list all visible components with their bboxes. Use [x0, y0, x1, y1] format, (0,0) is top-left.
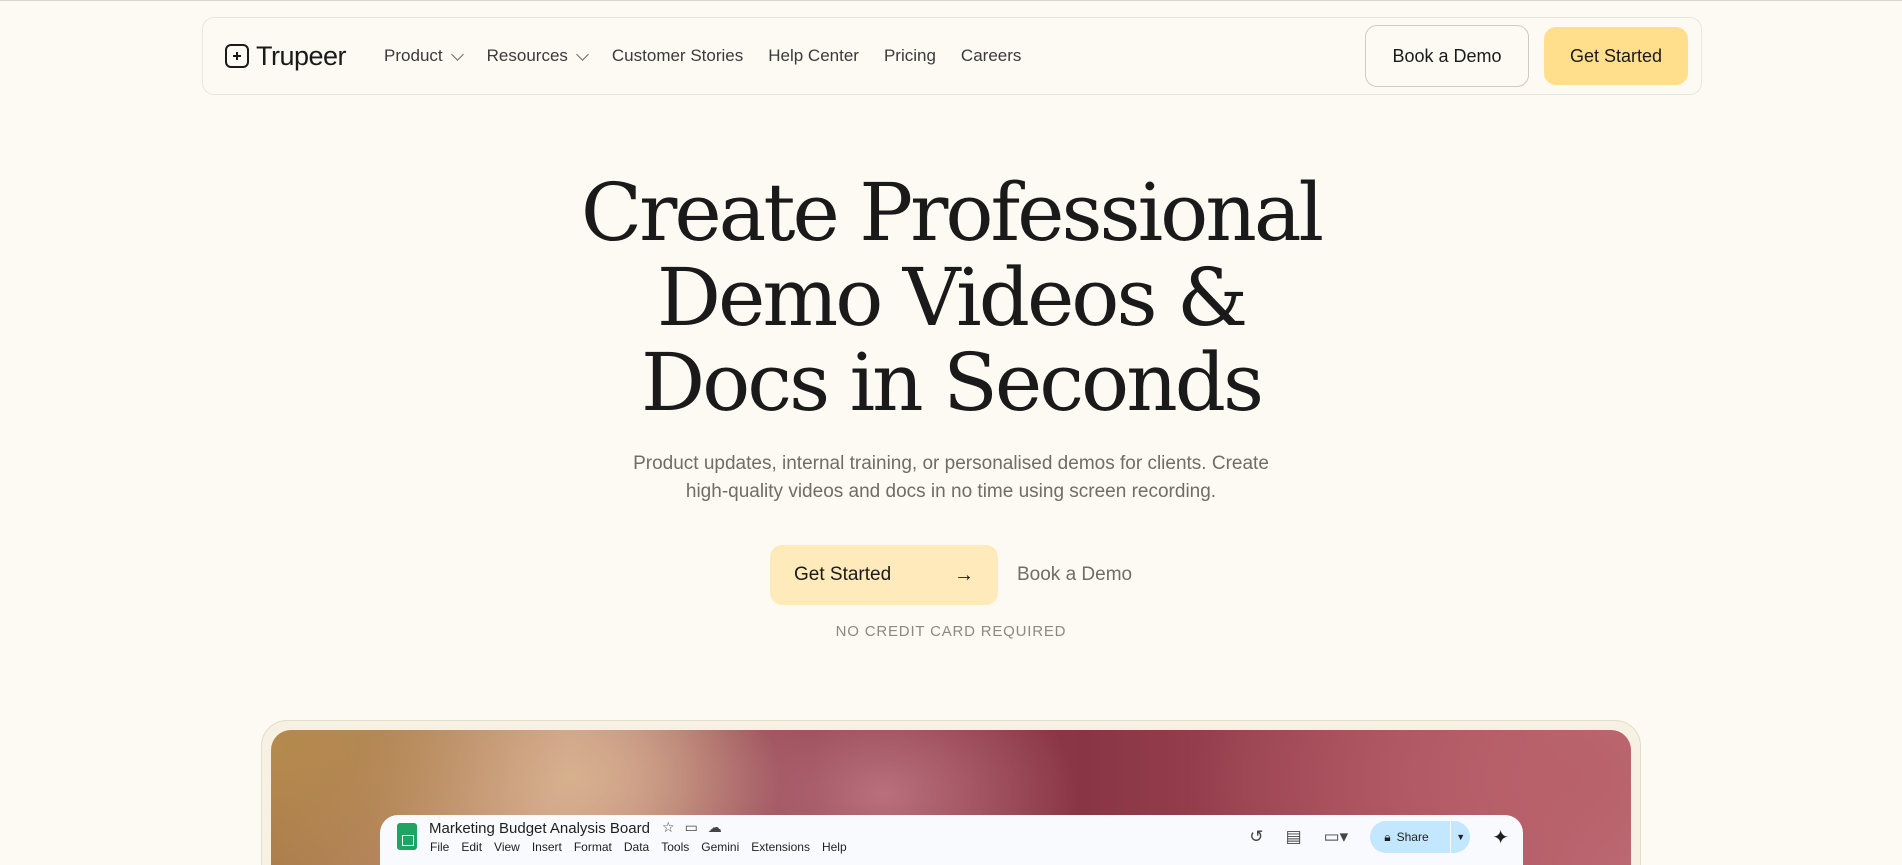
nav-item-label: Resources — [486, 46, 568, 65]
hero-title-line: Docs in Seconds — [640, 336, 1264, 429]
nav-links: Product Resources Customer Stories Help … — [384, 46, 1046, 66]
nav-item-help-center[interactable]: Help Center — [768, 46, 859, 66]
menu-gemini[interactable]: Gemini — [701, 840, 739, 854]
nav-actions: Book a Demo Get Started — [1365, 25, 1688, 87]
sheet-toolbar-right: ↺ ▤ ▭▾ 🔒︎ Share ▼ ✦ — [1249, 821, 1509, 853]
nav-item-customer-stories[interactable]: Customer Stories — [612, 46, 743, 66]
cloud-status-icon[interactable]: ☁ — [708, 819, 722, 836]
nav-item-careers[interactable]: Careers — [961, 46, 1021, 66]
sparkle-icon[interactable]: ✦ — [1492, 825, 1509, 850]
share-label: Share — [1396, 830, 1429, 844]
nav-item-label: Customer Stories — [611, 46, 744, 65]
hero-cta-row: Get Started → Book a Demo — [770, 545, 1132, 605]
menu-format[interactable]: Format — [574, 840, 612, 854]
nav-item-pricing[interactable]: Pricing — [884, 46, 936, 66]
sheet-title-actions: ☆ ▭ ☁ — [662, 819, 722, 836]
trupeer-logo-icon — [225, 44, 249, 68]
chevron-down-icon[interactable]: ▼ — [1450, 821, 1470, 853]
arrow-right-icon: → — [954, 563, 974, 586]
menu-extensions[interactable]: Extensions — [751, 840, 810, 854]
nav-item-resources[interactable]: Resources — [486, 46, 589, 66]
comment-icon[interactable]: ▤ — [1286, 827, 1302, 847]
sheet-title[interactable]: Marketing Budget Analysis Board — [429, 820, 650, 837]
nav-item-label: Help Center — [768, 46, 859, 65]
hero-book-demo-link[interactable]: Book a Demo — [1017, 564, 1132, 586]
nav-item-label: Careers — [960, 46, 1022, 65]
menu-file[interactable]: File — [430, 840, 449, 854]
hero-title-line: Demo Videos & — [656, 251, 1248, 344]
logo[interactable]: Trupeer — [225, 40, 347, 72]
book-demo-button[interactable]: Book a Demo — [1365, 25, 1529, 87]
logo-text: Trupeer — [256, 40, 347, 71]
hero-title-line: Create Professional — [580, 166, 1324, 259]
menu-help[interactable]: Help — [822, 840, 847, 854]
sheet-menu-bar: File Edit View Insert Format Data Tools … — [430, 840, 847, 854]
star-icon[interactable]: ☆ — [662, 819, 675, 836]
video-camera-icon[interactable]: ▭▾ — [1324, 827, 1349, 847]
get-started-button[interactable]: Get Started — [1544, 27, 1688, 85]
menu-view[interactable]: View — [494, 840, 520, 854]
share-button[interactable]: 🔒︎ Share ▼ — [1370, 821, 1471, 853]
hero-subtitle-line: high-quality videos and docs in no time … — [685, 481, 1217, 502]
history-icon[interactable]: ↺ — [1249, 827, 1263, 847]
top-navbar: Trupeer Product Resources Customer Stori… — [202, 17, 1702, 95]
spreadsheet-window: Marketing Budget Analysis Board ☆ ▭ ☁ Fi… — [380, 815, 1523, 865]
chevron-down-icon — [450, 47, 464, 61]
chevron-down-icon — [576, 47, 589, 61]
hero-get-started-label: Get Started — [794, 564, 892, 585]
menu-edit[interactable]: Edit — [461, 840, 482, 854]
menu-tools[interactable]: Tools — [661, 840, 689, 854]
no-credit-card-note: NO CREDIT CARD REQUIRED — [835, 623, 1067, 640]
nav-item-label: Product — [384, 46, 443, 65]
hero-subtitle-line: Product updates, internal training, or p… — [633, 453, 1269, 474]
move-folder-icon[interactable]: ▭ — [685, 819, 698, 836]
nav-item-label: Pricing — [883, 46, 936, 65]
top-divider — [0, 0, 1902, 1]
menu-insert[interactable]: Insert — [532, 840, 562, 854]
hero-title: Create Professional Demo Videos & Docs i… — [0, 170, 1902, 425]
lock-icon: 🔒︎ — [1384, 829, 1391, 844]
hero-subtitle: Product updates, internal training, or p… — [0, 450, 1902, 506]
menu-data[interactable]: Data — [624, 840, 649, 854]
hero-get-started-button[interactable]: Get Started → — [770, 545, 998, 605]
google-sheets-icon — [397, 823, 417, 850]
nav-item-product[interactable]: Product — [384, 46, 464, 66]
